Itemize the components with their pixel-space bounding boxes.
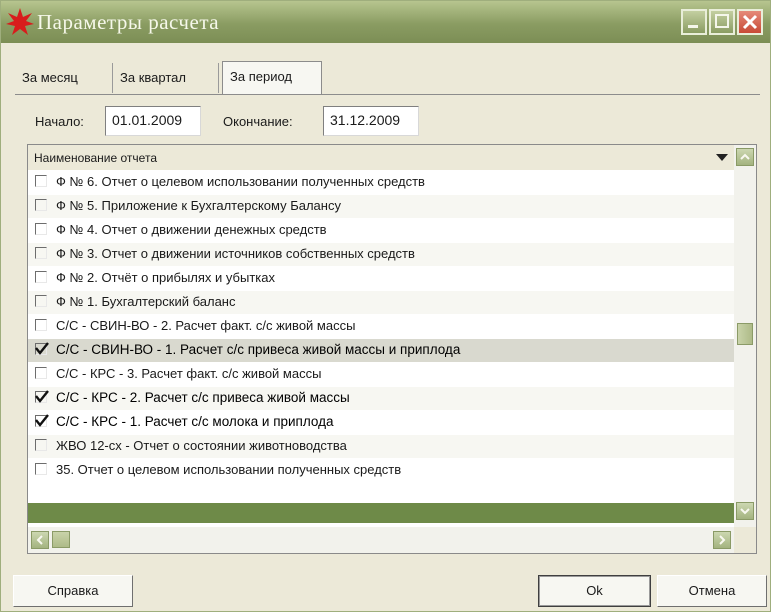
list-item[interactable]: С/С - КРС - 3. Расчет факт. с/с живой ма… <box>28 363 734 386</box>
report-name: С/С - СВИН-ВО - 1. Расчет с/с привеса жи… <box>56 342 461 357</box>
window-title: Параметры расчета <box>37 10 220 34</box>
report-name: ЖВО 12-сх - Отчет о состоянии животновод… <box>56 438 347 453</box>
report-name: Ф № 6. Отчет о целевом использовании пол… <box>56 174 425 189</box>
scroll-down-button[interactable] <box>736 502 754 520</box>
close-icon <box>742 14 758 30</box>
tab-period[interactable]: За период <box>222 61 322 95</box>
end-date-label: Окончание: <box>223 114 293 129</box>
list-item[interactable]: ЖВО 12-сх - Отчет о состоянии животновод… <box>28 435 734 458</box>
row-checkbox[interactable] <box>35 223 47 235</box>
checkmark-icon <box>35 342 49 355</box>
report-name: Ф № 4. Отчет о движении денежных средств <box>56 222 327 237</box>
row-checkbox[interactable] <box>35 199 47 211</box>
list-item[interactable]: Ф № 5. Приложение к Бухгалтерскому Балан… <box>28 195 734 218</box>
tab-month[interactable]: За месяц <box>15 63 113 93</box>
title-bar[interactable]: Параметры расчета <box>1 1 770 43</box>
list-item[interactable]: Ф № 2. Отчёт о прибылях и убытках <box>28 267 734 290</box>
column-header-report-name: Наименование отчета <box>34 151 157 165</box>
list-item[interactable]: С/С - КРС - 1. Расчет с/с молока и припл… <box>28 411 734 434</box>
start-date-field[interactable]: 01.01.2009 <box>105 106 201 136</box>
report-list[interactable]: Наименование отчета Ф № 6. Отчет о целев… <box>27 144 757 554</box>
tab-quarter[interactable]: За квартал <box>113 63 219 93</box>
row-checkbox[interactable] <box>35 319 47 331</box>
horizontal-scrollbar[interactable] <box>28 527 734 553</box>
row-checkbox[interactable] <box>35 367 47 379</box>
list-item[interactable]: С/С - СВИН-ВО - 1. Расчет с/с привеса жи… <box>28 339 734 362</box>
report-name: Ф № 3. Отчет о движении источников собст… <box>56 246 415 261</box>
ok-button[interactable]: Ok <box>538 575 651 607</box>
vertical-scroll-thumb[interactable] <box>737 323 753 345</box>
chevron-up-icon <box>740 153 750 160</box>
report-name: Ф № 2. Отчёт о прибылях и убытках <box>56 270 276 285</box>
start-date-label: Начало: <box>35 114 84 129</box>
minimize-icon <box>688 25 698 28</box>
report-name: Ф № 5. Приложение к Бухгалтерскому Балан… <box>56 198 341 213</box>
checkmark-icon <box>35 414 49 427</box>
dialog-window: Параметры расчета За месяц За квартал За… <box>0 0 771 612</box>
checkmark-icon <box>35 390 49 403</box>
row-checkbox[interactable] <box>35 295 47 307</box>
report-name: С/С - КРС - 2. Расчет с/с привеса живой … <box>56 390 350 405</box>
help-button[interactable]: Справка <box>13 575 133 607</box>
report-name: С/С - КРС - 3. Расчет факт. с/с живой ма… <box>56 366 322 381</box>
list-item[interactable]: Ф № 6. Отчет о целевом использовании пол… <box>28 171 734 194</box>
list-item[interactable]: С/С - КРС - 2. Расчет с/с привеса живой … <box>28 387 734 410</box>
list-item[interactable]: С/С - СВИН-ВО - 2. Расчет факт. с/с живо… <box>28 315 734 338</box>
report-name: С/С - КРС - 1. Расчет с/с молока и припл… <box>56 414 334 429</box>
end-date-field[interactable]: 31.12.2009 <box>323 106 419 136</box>
maximize-icon <box>715 14 729 28</box>
row-checkbox[interactable] <box>35 271 47 283</box>
red-star-icon <box>6 8 34 35</box>
list-item[interactable]: Ф № 3. Отчет о движении источников собст… <box>28 243 734 266</box>
scroll-up-button[interactable] <box>736 148 754 166</box>
maximize-button[interactable] <box>709 9 735 35</box>
report-list-header[interactable]: Наименование отчета <box>28 145 734 170</box>
row-checkbox[interactable] <box>35 175 47 187</box>
chevron-down-icon <box>740 508 750 515</box>
report-name: 35. Отчет о целевом использовании получе… <box>56 462 402 477</box>
minimize-button[interactable] <box>681 9 707 35</box>
vertical-scrollbar[interactable] <box>734 145 756 527</box>
scrollbar-corner <box>734 527 756 553</box>
close-button[interactable] <box>737 9 763 35</box>
chevron-right-icon <box>719 535 726 545</box>
cancel-button[interactable]: Отмена <box>657 575 767 607</box>
list-item[interactable]: Ф № 4. Отчет о движении денежных средств <box>28 219 734 242</box>
row-checkbox[interactable] <box>35 463 47 475</box>
report-name: С/С - СВИН-ВО - 2. Расчет факт. с/с живо… <box>56 318 356 333</box>
list-footer-bar <box>28 503 734 523</box>
horizontal-scroll-thumb[interactable] <box>52 531 70 548</box>
dropdown-arrow-icon[interactable] <box>716 154 728 161</box>
row-checkbox[interactable] <box>35 439 47 451</box>
chevron-left-icon <box>36 535 43 545</box>
scroll-left-button[interactable] <box>31 531 49 549</box>
tab-panel-border <box>15 94 760 95</box>
list-item[interactable]: Ф № 1. Бухгалтерский баланс <box>28 291 734 314</box>
scroll-right-button[interactable] <box>713 531 731 549</box>
report-name: Ф № 1. Бухгалтерский баланс <box>56 294 236 309</box>
row-checkbox[interactable] <box>35 247 47 259</box>
list-item[interactable]: 35. Отчет о целевом использовании получе… <box>28 459 734 482</box>
